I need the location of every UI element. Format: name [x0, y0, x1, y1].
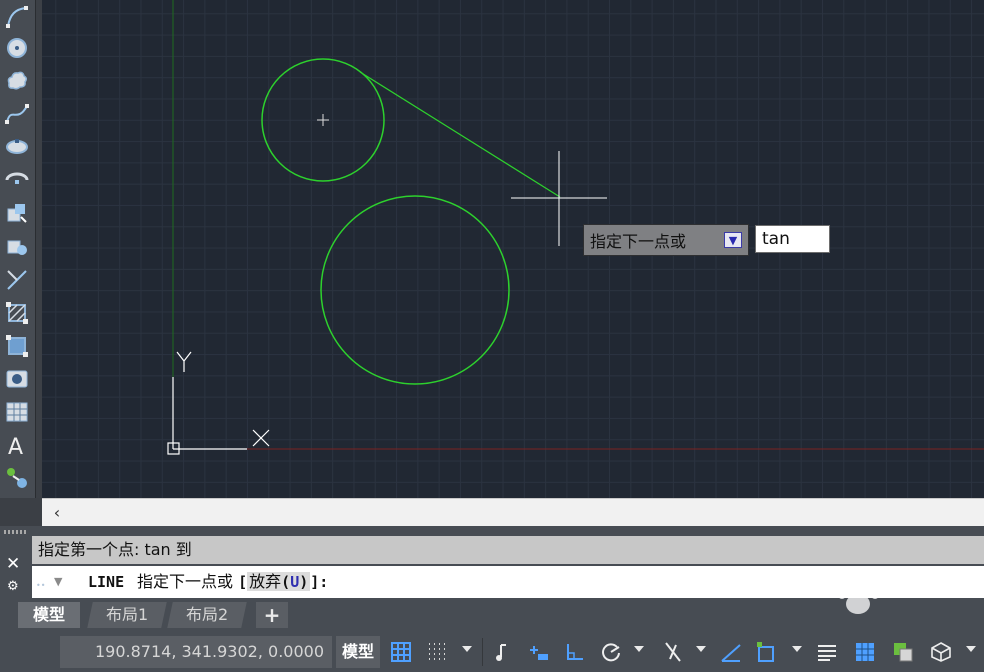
tab-model-label: 模型 — [32, 605, 65, 624]
selection-cycling-icon[interactable] — [890, 636, 916, 668]
dynamic-input-prompt: 指定下一点或 ▼ — [583, 224, 749, 256]
tab-layout1-label: 布局1 — [105, 605, 149, 624]
tab-layout2-label: 布局2 — [185, 605, 229, 624]
ucs-icon — [167, 351, 270, 455]
tab-model[interactable]: 模型 — [18, 602, 80, 628]
tab-layout2[interactable]: 布局2 — [167, 602, 247, 628]
make-block-icon[interactable] — [4, 234, 30, 260]
ortho-mode-icon[interactable] — [562, 636, 588, 668]
dynamic-input-field[interactable] — [755, 225, 830, 253]
object-snap-tracking-icon[interactable] — [718, 636, 744, 668]
model-space-button[interactable]: 模型 — [336, 636, 380, 668]
drawing-canvas[interactable] — [42, 0, 984, 498]
chevron-down-icon[interactable] — [462, 646, 472, 652]
add-layout-button[interactable]: + — [256, 602, 288, 628]
insert-block-icon[interactable] — [4, 200, 30, 226]
undo-option[interactable]: 放弃(U) — [247, 572, 311, 591]
lineweight-icon[interactable] — [814, 636, 840, 668]
command-history-line: 指定第一个点: tan 到 — [32, 536, 984, 564]
command-window-side-panel: ✕ ⚙ — [0, 526, 30, 600]
hatch-icon[interactable] — [4, 300, 30, 326]
table-icon[interactable] — [4, 399, 30, 425]
object-snap-icon[interactable] — [754, 636, 780, 668]
polyline-icon[interactable] — [4, 4, 30, 30]
paren-open: ( — [281, 573, 291, 591]
revision-cloud-icon[interactable] — [4, 68, 30, 94]
spline-icon[interactable] — [4, 101, 30, 127]
point-icon[interactable] — [4, 267, 30, 293]
undo-option-label: 放弃 — [249, 572, 282, 591]
down-arrow-icon[interactable]: ▼ — [724, 232, 742, 248]
history-text: 指定第一个点: tan 到 — [38, 540, 192, 559]
grip-handle[interactable] — [4, 530, 28, 534]
tangent-line-preview — [359, 71, 561, 198]
circle-icon[interactable] — [4, 35, 30, 61]
horizontal-scrollbar[interactable]: ‹ — [42, 498, 984, 527]
chevron-down-icon[interactable] — [966, 646, 976, 652]
command-name: LINE — [88, 573, 125, 591]
layout-tabs: 模型 布局1 布局2 + — [0, 600, 984, 630]
command-prompt: 指定下一点或 [放弃(U)]: — [137, 566, 328, 598]
circle-center-mark — [317, 114, 329, 126]
multiline-text-icon[interactable]: A — [4, 432, 30, 458]
command-input-line[interactable]: •• ▼ LINE 指定下一点或 [放弃(U)]: — [32, 566, 984, 598]
status-bar: 190.8714, 341.9302, 0.0000 模型 — [0, 630, 984, 672]
polar-tracking-icon[interactable] — [598, 636, 624, 668]
region-icon[interactable] — [4, 366, 30, 392]
divider — [482, 638, 483, 666]
chevron-down-icon[interactable] — [792, 646, 802, 652]
chevron-down-icon[interactable] — [696, 646, 706, 652]
canvas-graphics — [167, 0, 984, 455]
grid-icon[interactable] — [388, 636, 414, 668]
infer-constraints-icon[interactable] — [490, 636, 516, 668]
bracket-close: ]: — [310, 573, 329, 591]
add-selected-icon[interactable] — [4, 465, 30, 491]
ellipse-arc-icon[interactable] — [4, 167, 30, 193]
bracket-open: [ — [238, 573, 248, 591]
draw-toolbar: A — [0, 0, 36, 498]
chevron-down-icon[interactable]: ▼ — [54, 566, 62, 598]
coordinate-display[interactable]: 190.8714, 341.9302, 0.0000 — [60, 636, 332, 668]
dynamic-input-icon[interactable] — [526, 636, 552, 668]
command-window: ✕ ⚙ 指定第一个点: tan 到 •• ▼ LINE 指定下一点或 [放弃(U… — [0, 526, 984, 600]
3d-object-snap-icon[interactable] — [928, 636, 954, 668]
transparency-icon[interactable] — [852, 636, 878, 668]
wrench-icon[interactable]: ⚙ — [7, 579, 19, 594]
tab-layout1[interactable]: 布局1 — [87, 602, 167, 628]
large-circle[interactable] — [320, 195, 510, 385]
gradient-icon[interactable] — [4, 333, 30, 359]
snap-mode-icon[interactable] — [424, 636, 450, 668]
prompt-text: 指定下一点或 — [137, 572, 234, 591]
close-icon[interactable]: ✕ — [6, 554, 20, 574]
scroll-left-arrow-icon[interactable]: ‹ — [48, 503, 66, 523]
svg-text:A: A — [8, 435, 23, 457]
isometric-drafting-icon[interactable] — [660, 636, 686, 668]
dynamic-prompt-text: 指定下一点或 — [590, 232, 687, 251]
paren-close: ) — [299, 573, 309, 591]
ellipse-icon[interactable] — [4, 134, 30, 160]
chevron-down-icon[interactable] — [634, 646, 644, 652]
plus-icon: + — [263, 603, 281, 627]
undo-option-key: U — [290, 573, 300, 591]
command-icon: •• — [36, 581, 46, 590]
